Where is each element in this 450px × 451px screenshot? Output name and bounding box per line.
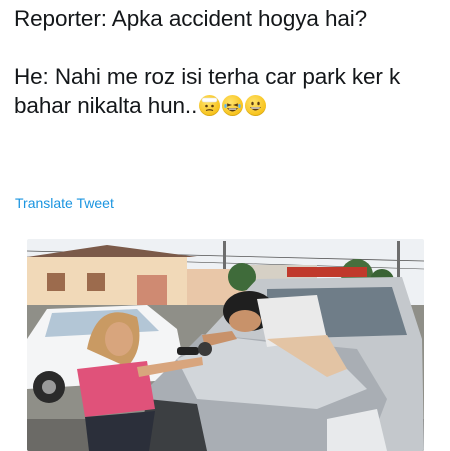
tweet-text: Reporter: Apka accident hogya hai? He: N…: [14, 4, 440, 120]
accident-scene-image: [27, 239, 424, 451]
thinking-bandage-face-icon: [199, 95, 221, 116]
tweet-line-he: He: Nahi me roz isi terha car park ker k…: [14, 62, 440, 120]
tweet-line-reporter: Reporter: Apka accident hogya hai?: [14, 6, 368, 31]
laughing-face-icon: [222, 95, 244, 116]
translate-tweet-link[interactable]: Translate Tweet: [15, 195, 114, 211]
tweet-photo[interactable]: [27, 239, 424, 451]
grinning-face-icon: [245, 95, 267, 116]
